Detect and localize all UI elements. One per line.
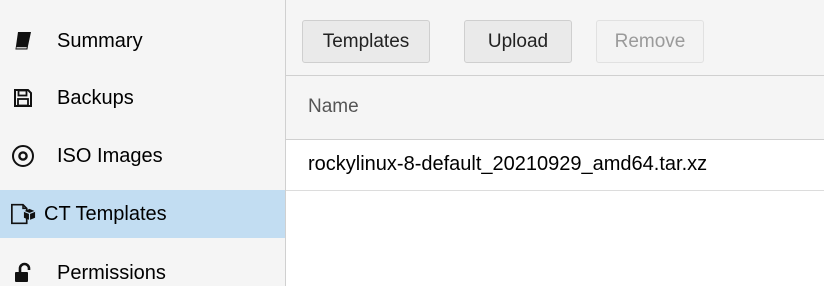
floppy-disk-icon [10,85,36,111]
book-icon [10,28,36,54]
sidebar-item-label: CT Templates [44,202,167,225]
sidebar-item-label: Backups [57,86,134,109]
sidebar-item-permissions[interactable]: Permissions [0,249,285,297]
sidebar-item-summary[interactable]: Summary [0,17,285,65]
sidebar-item-ct-templates[interactable]: CT Templates [0,190,285,238]
main-panel: Templates Upload Remove Name rockylinux-… [286,0,824,286]
unlock-icon [10,260,36,286]
sidebar: Summary Backups ISO Images CT Templates … [0,0,285,286]
sidebar-item-iso-images[interactable]: ISO Images [0,132,285,180]
column-header-name[interactable]: Name [308,96,359,118]
template-name-cell: rockylinux-8-default_20210929_amd64.tar.… [308,153,708,175]
templates-button[interactable]: Templates [302,20,430,63]
sidebar-item-label: Summary [57,29,143,52]
sidebar-item-backups[interactable]: Backups [0,74,285,122]
container-template-icon [10,201,36,227]
table-row[interactable]: rockylinux-8-default_20210929_amd64.tar.… [286,140,824,191]
remove-button[interactable]: Remove [596,20,704,63]
sidebar-item-label: ISO Images [57,144,163,167]
disc-icon [10,143,36,169]
sidebar-item-label: Permissions [57,261,166,284]
toolbar: Templates Upload Remove [286,0,824,76]
upload-button[interactable]: Upload [464,20,572,63]
grid-header: Name [286,76,824,140]
